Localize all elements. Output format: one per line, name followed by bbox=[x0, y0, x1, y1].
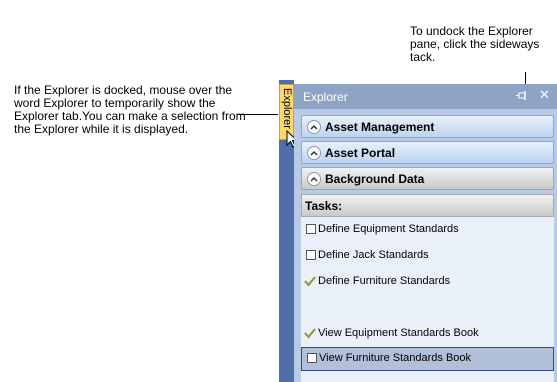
chevron-up-icon bbox=[307, 146, 321, 160]
section-background-data[interactable]: Background Data bbox=[301, 167, 554, 190]
undock-callout: To undock the Explorer pane, click the s… bbox=[410, 24, 540, 64]
task-define-furniture-standards[interactable]: Define Furniture Standards bbox=[301, 271, 554, 293]
checkmark-icon bbox=[304, 276, 316, 287]
section-asset-portal[interactable]: Asset Portal bbox=[301, 141, 554, 164]
task-define-jack-standards[interactable]: Define Jack Standards bbox=[301, 245, 554, 267]
checkmark-icon bbox=[304, 328, 316, 339]
section-label: Asset Management bbox=[325, 120, 435, 134]
section-label: Background Data bbox=[325, 172, 425, 186]
section-asset-management[interactable]: Asset Management bbox=[301, 115, 554, 138]
task-label: View Equipment Standards Book bbox=[318, 327, 479, 339]
tasks-label: Tasks: bbox=[305, 199, 343, 213]
dock-tab-label: Explorer bbox=[281, 88, 293, 129]
explorer-pane: Explorer ✕ Asset Management Asset Portal… bbox=[294, 84, 557, 382]
checkbox-icon bbox=[304, 249, 316, 261]
task-view-equipment-standards-book[interactable]: View Equipment Standards Book bbox=[301, 323, 554, 345]
chevron-up-icon bbox=[307, 172, 321, 186]
tasks-header: Tasks: bbox=[301, 194, 554, 217]
task-label: Define Jack Standards bbox=[318, 249, 429, 261]
checkbox-icon bbox=[304, 223, 316, 235]
chevron-up-icon bbox=[307, 120, 321, 134]
tasks-panel: Define Equipment Standards Define Jack S… bbox=[301, 217, 554, 382]
task-label: View Furniture Standards Book bbox=[319, 352, 472, 364]
callout-leader-line bbox=[238, 114, 278, 115]
task-define-equipment-standards[interactable]: Define Equipment Standards bbox=[301, 219, 554, 241]
section-label: Asset Portal bbox=[325, 146, 396, 160]
explorer-title: Explorer bbox=[303, 90, 348, 104]
task-label: Define Furniture Standards bbox=[318, 275, 451, 287]
explorer-header: Explorer ✕ bbox=[294, 84, 557, 109]
task-view-furniture-standards-book[interactable]: View Furniture Standards Book bbox=[301, 347, 554, 371]
close-icon[interactable]: ✕ bbox=[539, 88, 550, 103]
explorer-docked-callout: If the Explorer is docked, mouse over th… bbox=[14, 83, 246, 136]
checkbox-icon bbox=[305, 352, 317, 364]
pin-icon[interactable] bbox=[516, 91, 528, 101]
task-label: Define Equipment Standards bbox=[318, 223, 459, 235]
